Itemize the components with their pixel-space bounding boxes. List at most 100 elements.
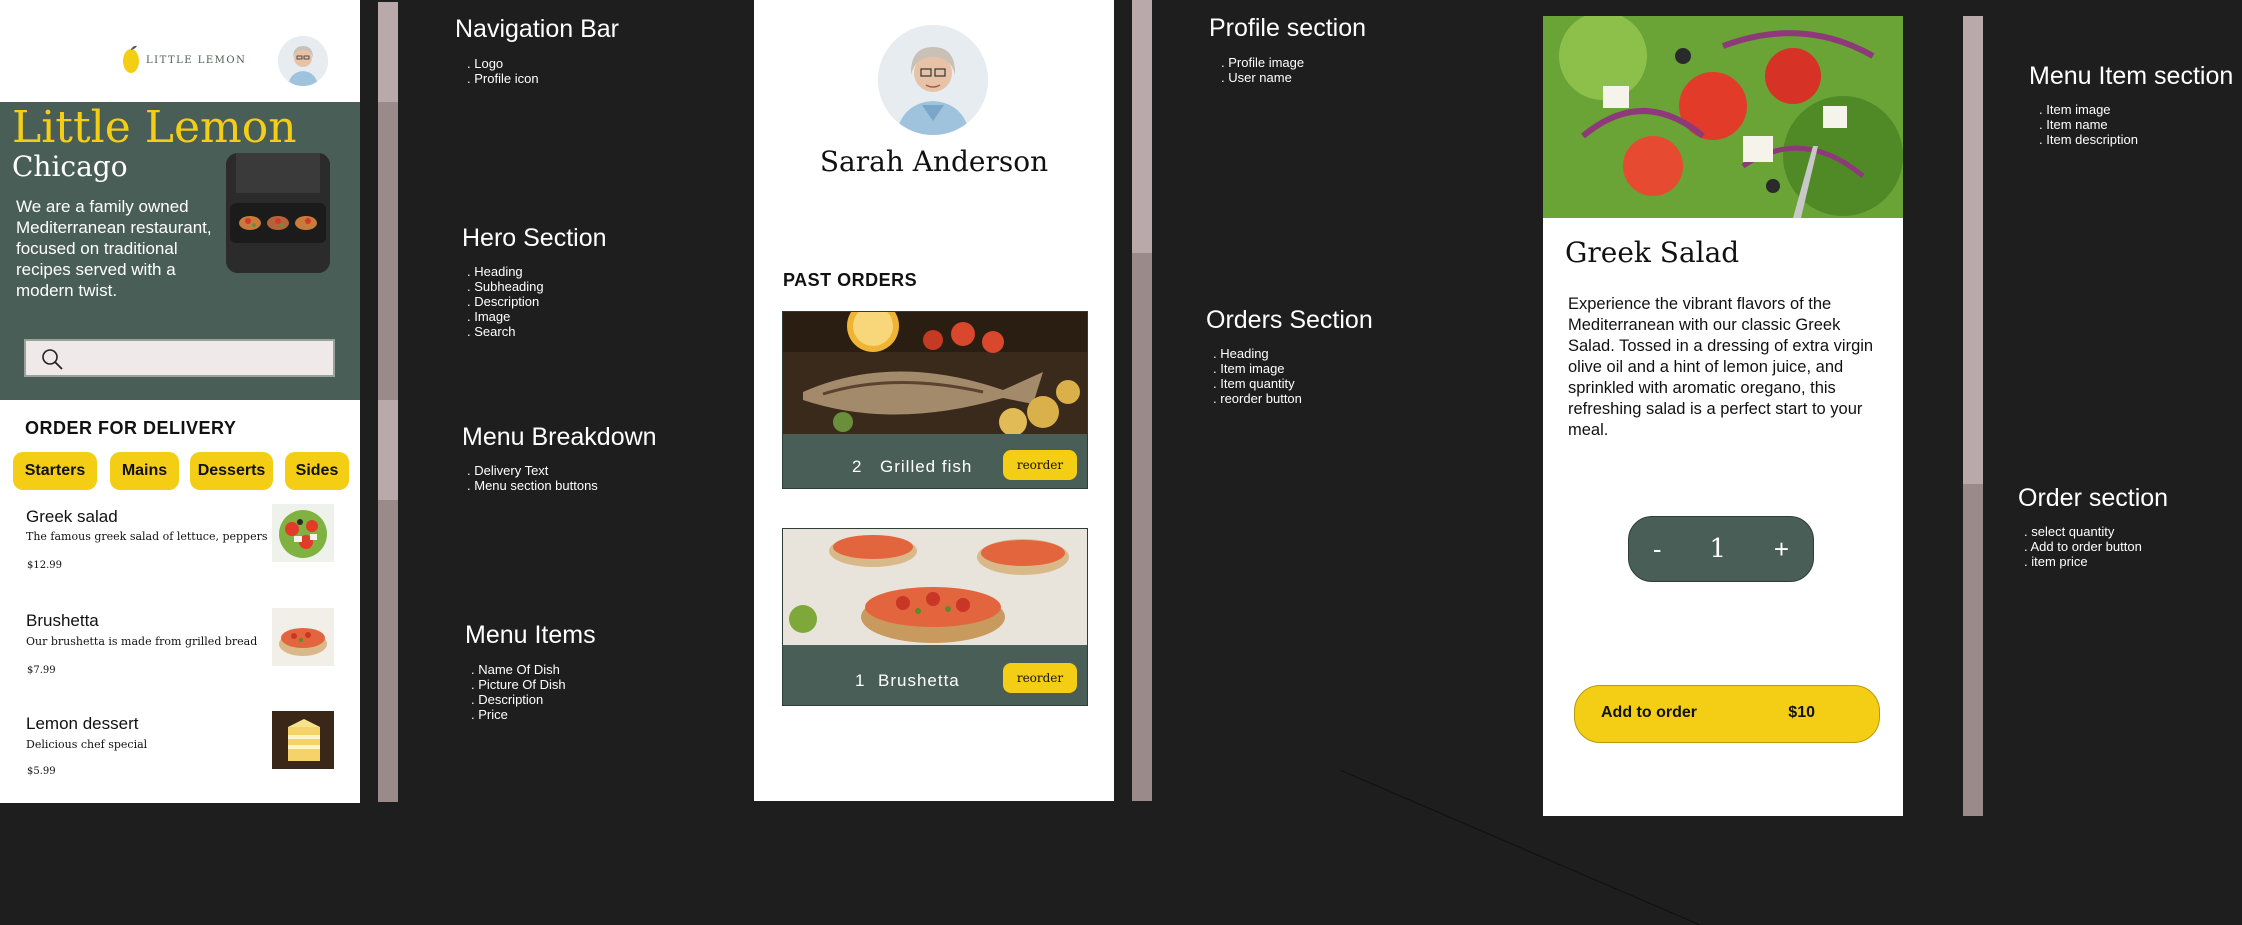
menu-item-name[interactable]: Greek salad (26, 507, 118, 527)
annotation-item: Profile image (1221, 55, 1304, 70)
annotation-item: Image (467, 309, 544, 324)
annotation-item: item price (2024, 554, 2142, 569)
reorder-button[interactable]: reorder (1003, 663, 1077, 693)
annotation-item: Picture Of Dish (471, 677, 565, 692)
menu-item-description: Delicious chef special (26, 738, 148, 751)
annotation-item: Menu section buttons (467, 478, 598, 493)
menu-item-price: $7.99 (27, 665, 56, 676)
menu-item-screen: Greek Salad Experience the vibrant flavo… (1543, 16, 1903, 816)
category-starters-button[interactable]: Starters (13, 452, 97, 490)
annotation-item: Search (467, 324, 544, 339)
annotation-title: Menu Breakdown (462, 423, 657, 451)
navigation-bar: LITTLE LEMON (0, 0, 360, 102)
order-quantity: 1 (855, 671, 866, 690)
annotation-item: Item image (2039, 102, 2138, 117)
category-desserts-button[interactable]: Desserts (190, 452, 273, 490)
category-mains-button[interactable]: Mains (110, 452, 179, 490)
annotation-list: Logo Profile icon (467, 56, 539, 86)
order-item-image (783, 529, 1087, 651)
profile-photo-icon (278, 36, 328, 86)
menu-item-price: $5.99 (27, 766, 56, 777)
annotation-list: Profile image User name (1221, 55, 1304, 85)
annotation-item: Price (471, 707, 566, 722)
menu-item-name[interactable]: Lemon dessert (26, 714, 138, 734)
profile-photo-icon (878, 25, 988, 135)
delivery-heading: ORDER FOR DELIVERY (25, 418, 237, 438)
home-screen: LITTLE LEMON Little Lemon Chicago We are… (0, 0, 360, 803)
annotation-item: Item name (2039, 117, 2138, 132)
annotation-title: Navigation Bar (455, 15, 619, 43)
order-card: 1 Brushetta reorder (782, 528, 1088, 706)
menu-item-price: $12.99 (27, 560, 62, 571)
annotation-item: Description (471, 692, 566, 707)
annotation-item: reorder button (1213, 391, 1302, 406)
profile-image (878, 25, 988, 135)
order-card: 2 Grilled fish reorder (782, 311, 1088, 489)
annotation-item: Profile icon (467, 71, 538, 86)
order-item-name: Grilled fish (880, 457, 973, 476)
annotation-list: Heading Item image Item quantity reorder… (1213, 346, 1302, 406)
order-item-name: Brushetta (878, 671, 960, 690)
hero-title: Little Lemon (12, 102, 297, 153)
menu-item-description: Our brushetta is made from grilled bread (26, 635, 258, 648)
annotation-item: Item image (1213, 361, 1302, 376)
annotation-item: Delivery Text (467, 463, 598, 478)
annotation-list: select quantity Add to order button item… (2024, 524, 2142, 569)
annotation-title: Orders Section (1206, 306, 1373, 334)
annotation-item: Logo (467, 56, 539, 71)
menu-item-description: The famous greek salad of lettuce, peppe… (26, 530, 268, 543)
item-name: Greek Salad (1565, 236, 1740, 269)
quantity-value: 1 (1709, 534, 1726, 564)
scrollbar[interactable] (378, 2, 398, 802)
annotation-item: Item quantity (1213, 376, 1302, 391)
scrollbar[interactable] (1132, 0, 1152, 801)
user-name: Sarah Anderson (819, 145, 1049, 178)
lemon-logo-icon (123, 45, 139, 73)
annotation-item: Heading (467, 264, 544, 279)
item-image (1543, 16, 1903, 218)
hero-subtitle: Chicago (12, 150, 128, 183)
hero-section: Little Lemon Chicago We are a family own… (0, 102, 360, 400)
profile-screen: Sarah Anderson PAST ORDERS 2 Grilled fis… (754, 0, 1114, 801)
search-input[interactable] (24, 339, 335, 377)
past-orders-heading: PAST ORDERS (783, 270, 918, 290)
annotation-title: Hero Section (462, 224, 607, 252)
annotation-item: Item description (2039, 132, 2138, 147)
item-description: Experience the vibrant flavors of the Me… (1568, 295, 1874, 439)
annotation-item: Description (467, 294, 544, 309)
menu-item-image[interactable] (272, 608, 334, 666)
scrollbar[interactable] (1963, 16, 1983, 816)
add-to-order-label: Add to order (1601, 704, 1697, 721)
annotation-list: Delivery Text Menu section buttons (467, 463, 598, 493)
quantity-stepper: - 1 + (1628, 516, 1814, 582)
annotation-list: Name Of Dish Picture Of Dish Description… (471, 662, 566, 722)
hero-description: We are a family owned Mediterranean rest… (16, 197, 212, 300)
annotation-title: Profile section (1209, 14, 1367, 42)
annotation-title: Order section (2018, 484, 2169, 512)
annotation-item: Heading (1213, 346, 1302, 361)
annotation-title: Menu Items (465, 621, 596, 649)
decrease-quantity-button[interactable]: - (1653, 534, 1662, 565)
logo-text[interactable]: LITTLE LEMON (146, 55, 246, 66)
order-quantity: 2 (852, 457, 863, 476)
add-to-order-button[interactable]: Add to order $10 (1574, 685, 1880, 743)
annotation-item: Subheading (467, 279, 543, 294)
profile-avatar[interactable] (278, 36, 328, 86)
search-icon (42, 349, 63, 370)
item-price: $10 (1788, 704, 1815, 721)
annotation-list: Item image Item name Item description (2039, 102, 2138, 147)
annotation-list: Heading Subheading Description Image Sea… (467, 264, 544, 339)
order-item-image (783, 312, 1087, 434)
reorder-button[interactable]: reorder (1003, 450, 1077, 480)
annotation-title: Menu Item section (2029, 62, 2234, 90)
menu-item-image[interactable] (272, 711, 334, 769)
annotation-item: select quantity (2024, 524, 2142, 539)
menu-item-name[interactable]: Brushetta (26, 611, 99, 631)
annotation-item: Add to order button (2024, 539, 2142, 554)
annotation-item: Name Of Dish (471, 662, 566, 677)
category-sides-button[interactable]: Sides (285, 452, 349, 490)
menu-item-image[interactable] (272, 504, 334, 562)
annotation-item: User name (1221, 70, 1304, 85)
hero-image (226, 153, 330, 273)
increase-quantity-button[interactable]: + (1774, 534, 1789, 565)
